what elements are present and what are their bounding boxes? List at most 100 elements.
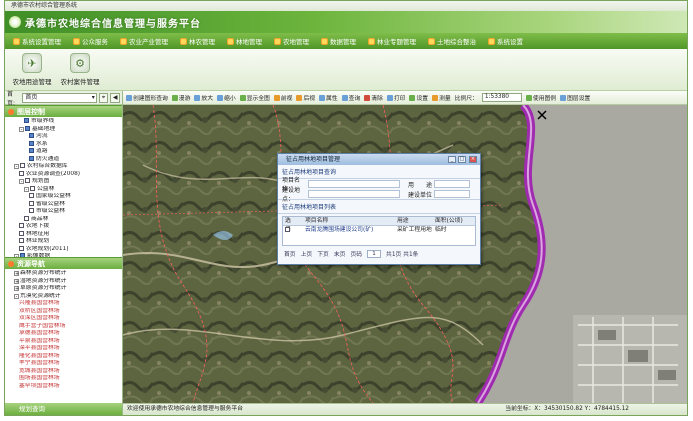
tree-node[interactable]: 道路 [9, 148, 120, 156]
layer-checkbox[interactable] [19, 170, 24, 176]
expand-icon[interactable]: + [14, 271, 19, 277]
tree-node[interactable]: 隆化县国营林场 [9, 353, 120, 361]
collapse-icon[interactable]: - [14, 164, 19, 170]
layer-checkbox[interactable] [29, 208, 34, 213]
tool-measure[interactable]: 测量 [432, 93, 451, 102]
tool-zoom-in[interactable]: 放大 [194, 93, 213, 102]
tool-search[interactable]: 查询 [341, 93, 360, 102]
next-page-button[interactable]: 下页 [317, 249, 329, 258]
map-view[interactable]: 征占用林地项目管理 _ □ × 征占用林地项目查询 项目名称： 用 途 建设地点… [123, 105, 687, 403]
menu-item-0[interactable]: 系统设置管理 [13, 36, 61, 46]
tree-node[interactable]: +湿地资源分布统计 [9, 278, 120, 286]
layer-checkbox[interactable] [29, 155, 34, 161]
scale-select[interactable]: 1:53380 [481, 93, 522, 102]
page-select[interactable]: 首页 [22, 92, 97, 103]
collapse-icon[interactable]: - [14, 293, 19, 299]
collapse-icon[interactable]: - [19, 179, 24, 185]
table-row[interactable]: 云南龙腾围场建设公司(矿) 采矿工程用地 临时 [283, 226, 475, 235]
layer-checkbox[interactable] [24, 118, 29, 123]
col-use[interactable]: 用途 [397, 217, 435, 225]
menu-item-8[interactable]: 土地综合整治 [428, 36, 476, 46]
layer-checkbox[interactable] [24, 215, 29, 221]
tree-node[interactable]: 双滦区国营林场 [9, 315, 120, 323]
row-select-checkbox[interactable] [283, 226, 295, 235]
collapse-icon[interactable]: - [24, 186, 29, 192]
tree-node[interactable]: 河流 [9, 133, 120, 141]
tool-settings[interactable]: 设置 [409, 93, 428, 102]
sub-button-0[interactable]: ✈ 农地用途管理 [9, 53, 55, 89]
tree-node[interactable]: 农地规划(2011) [9, 245, 120, 254]
layer-checkbox[interactable] [19, 230, 24, 236]
expand-icon[interactable]: + [14, 278, 19, 284]
tree-node[interactable]: +森林资源分布统计 [9, 270, 120, 278]
tree-node[interactable]: 围场县国营林场 [9, 375, 120, 383]
menu-item-5[interactable]: 农地管理 [274, 36, 309, 46]
layer-checkbox[interactable] [20, 163, 25, 168]
tree-node[interactable]: 宽城县国营林场 [9, 368, 120, 376]
tool-zoom-out[interactable]: 缩小 [217, 93, 236, 102]
tree-node[interactable]: 农地下拨 [9, 223, 120, 231]
menu-item-4[interactable]: 林地管理 [227, 36, 262, 46]
collapse-icon[interactable]: - [19, 126, 24, 132]
tree-node[interactable]: 防火通道 [9, 155, 120, 164]
tree-node[interactable]: 丰宁县国营林场 [9, 360, 120, 368]
sub-button-1[interactable]: ⚙ 农村案件管理 [57, 53, 103, 89]
tool-pan[interactable]: 漫游 [171, 93, 190, 102]
layer-checkbox[interactable] [29, 133, 34, 138]
tree-node[interactable]: 市级界线 [9, 118, 120, 126]
tree-node[interactable]: 塞罕坝国营林场 [9, 383, 120, 391]
close-icon[interactable]: × [469, 156, 477, 163]
tree-node[interactable]: 承德县国营林场 [9, 330, 120, 338]
menu-item-1[interactable]: 公众服务 [73, 36, 108, 46]
expand-icon[interactable]: + [14, 286, 19, 292]
tree-node[interactable]: - 荒漠化资源统计 [9, 293, 120, 301]
location-input[interactable] [308, 190, 400, 198]
project-name-input[interactable] [308, 180, 400, 188]
tree-node[interactable]: 鹰手营子国营林场 [9, 323, 120, 331]
col-project-name[interactable]: 项目名称 [305, 217, 397, 225]
first-page-button[interactable]: 首页 [284, 249, 296, 258]
layer-checkbox[interactable] [29, 148, 34, 153]
tree-node[interactable]: 滦平县国营林场 [9, 345, 120, 353]
tree-node[interactable]: 农业资源调查(2008) [9, 170, 120, 179]
menu-item-2[interactable]: 农业产业管理 [120, 36, 168, 46]
col-area[interactable]: 面积(公顷) [435, 217, 465, 225]
tree-node[interactable]: 平泉县国营林场 [9, 338, 120, 346]
use-input[interactable] [434, 180, 470, 188]
tree-node[interactable]: - 基础地理 [9, 125, 120, 134]
tree-node[interactable]: 水系 [9, 140, 120, 149]
layer-checkbox[interactable] [29, 140, 34, 146]
layer-checkbox[interactable] [25, 125, 30, 131]
tree-node[interactable]: 双桥区国营林场 [9, 308, 120, 316]
prev-page-button[interactable]: 上页 [301, 249, 313, 258]
layer-checkbox[interactable] [19, 223, 24, 228]
layer-section-header[interactable]: 图层控制 [5, 105, 122, 117]
tree-node[interactable]: 省级公益林 [9, 200, 120, 209]
nav-section-header[interactable]: 资源导航 [5, 257, 122, 269]
menu-item-3[interactable]: 林农管理 [180, 36, 215, 46]
menu-item-7[interactable]: 林业专题管理 [368, 36, 416, 46]
layer-setting-button[interactable]: 图层设置 [560, 93, 590, 102]
tool-query[interactable]: 创建图形查询 [126, 93, 168, 102]
tool-info[interactable]: 属性 [319, 93, 338, 102]
page-input[interactable]: 1 [367, 249, 382, 258]
layer-checkbox[interactable] [29, 200, 34, 206]
tool-print[interactable]: 打印 [386, 93, 405, 102]
layer-checkbox[interactable] [30, 185, 35, 191]
tool-previous-view[interactable]: 前视 [273, 93, 292, 102]
last-page-button[interactable]: 末页 [334, 249, 346, 258]
back-icon[interactable]: ◀ [110, 92, 120, 103]
tree-node[interactable]: 市级公益林 [9, 208, 120, 216]
tree-node[interactable]: 商品林 [9, 215, 120, 224]
tree-node[interactable]: 兴隆县国营林场 [9, 300, 120, 308]
layer-checkbox[interactable] [29, 193, 34, 198]
dialog-titlebar[interactable]: 征占用林地项目管理 _ □ × [278, 154, 480, 165]
build-unit-input[interactable] [434, 190, 470, 198]
tool-next-view[interactable]: 后视 [296, 93, 315, 102]
layer-checkbox[interactable] [19, 245, 24, 251]
query-section-header[interactable]: 规划查询 [5, 403, 122, 415]
tree-node[interactable]: 林业规划 [9, 238, 120, 246]
tree-node[interactable]: - 农村综合数据库 [9, 163, 120, 171]
tree-node[interactable]: 林地征用 [9, 230, 120, 239]
locate-icon[interactable]: ⌖ [98, 92, 109, 103]
